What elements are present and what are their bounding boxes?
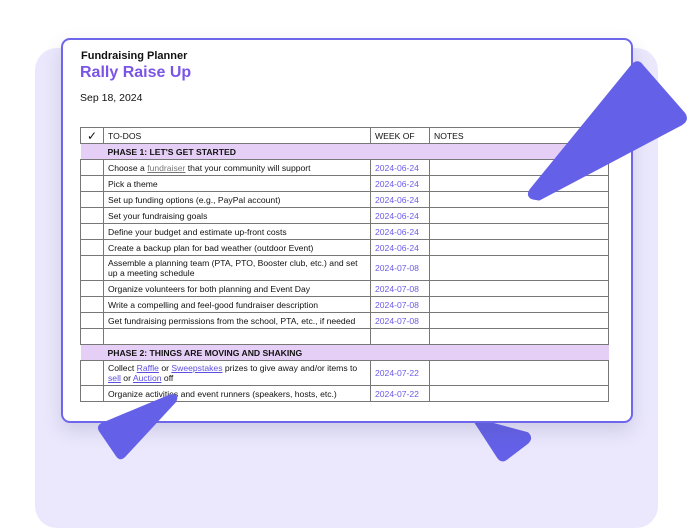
decorative-triangle-bottom-left	[97, 394, 178, 460]
